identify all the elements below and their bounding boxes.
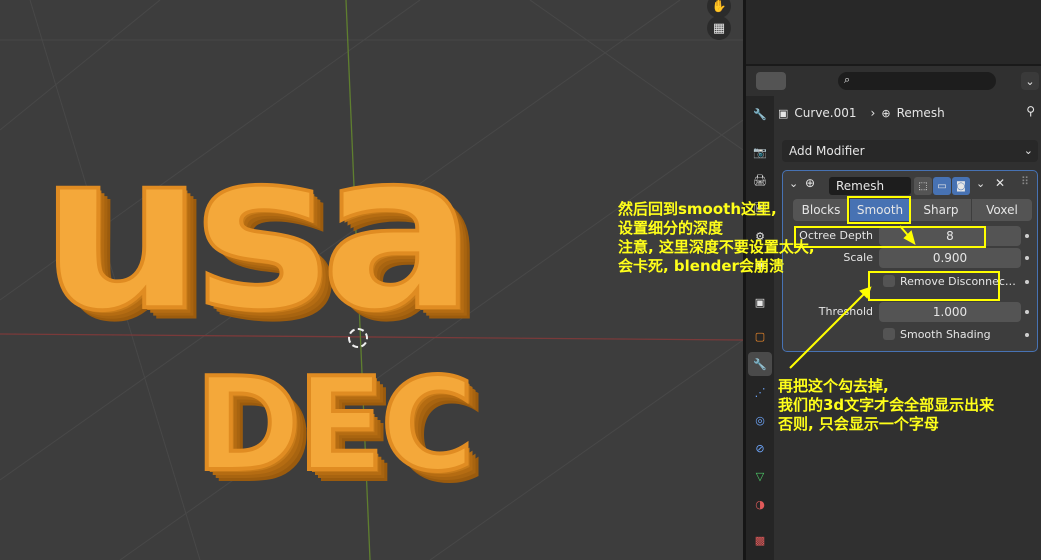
annotation-bottom: 再把这个勾去掉, 我们的3d文字才会全部显示出来 否则, 只会显示一个字母 [778, 377, 995, 433]
annotation-arrows [789, 225, 916, 369]
